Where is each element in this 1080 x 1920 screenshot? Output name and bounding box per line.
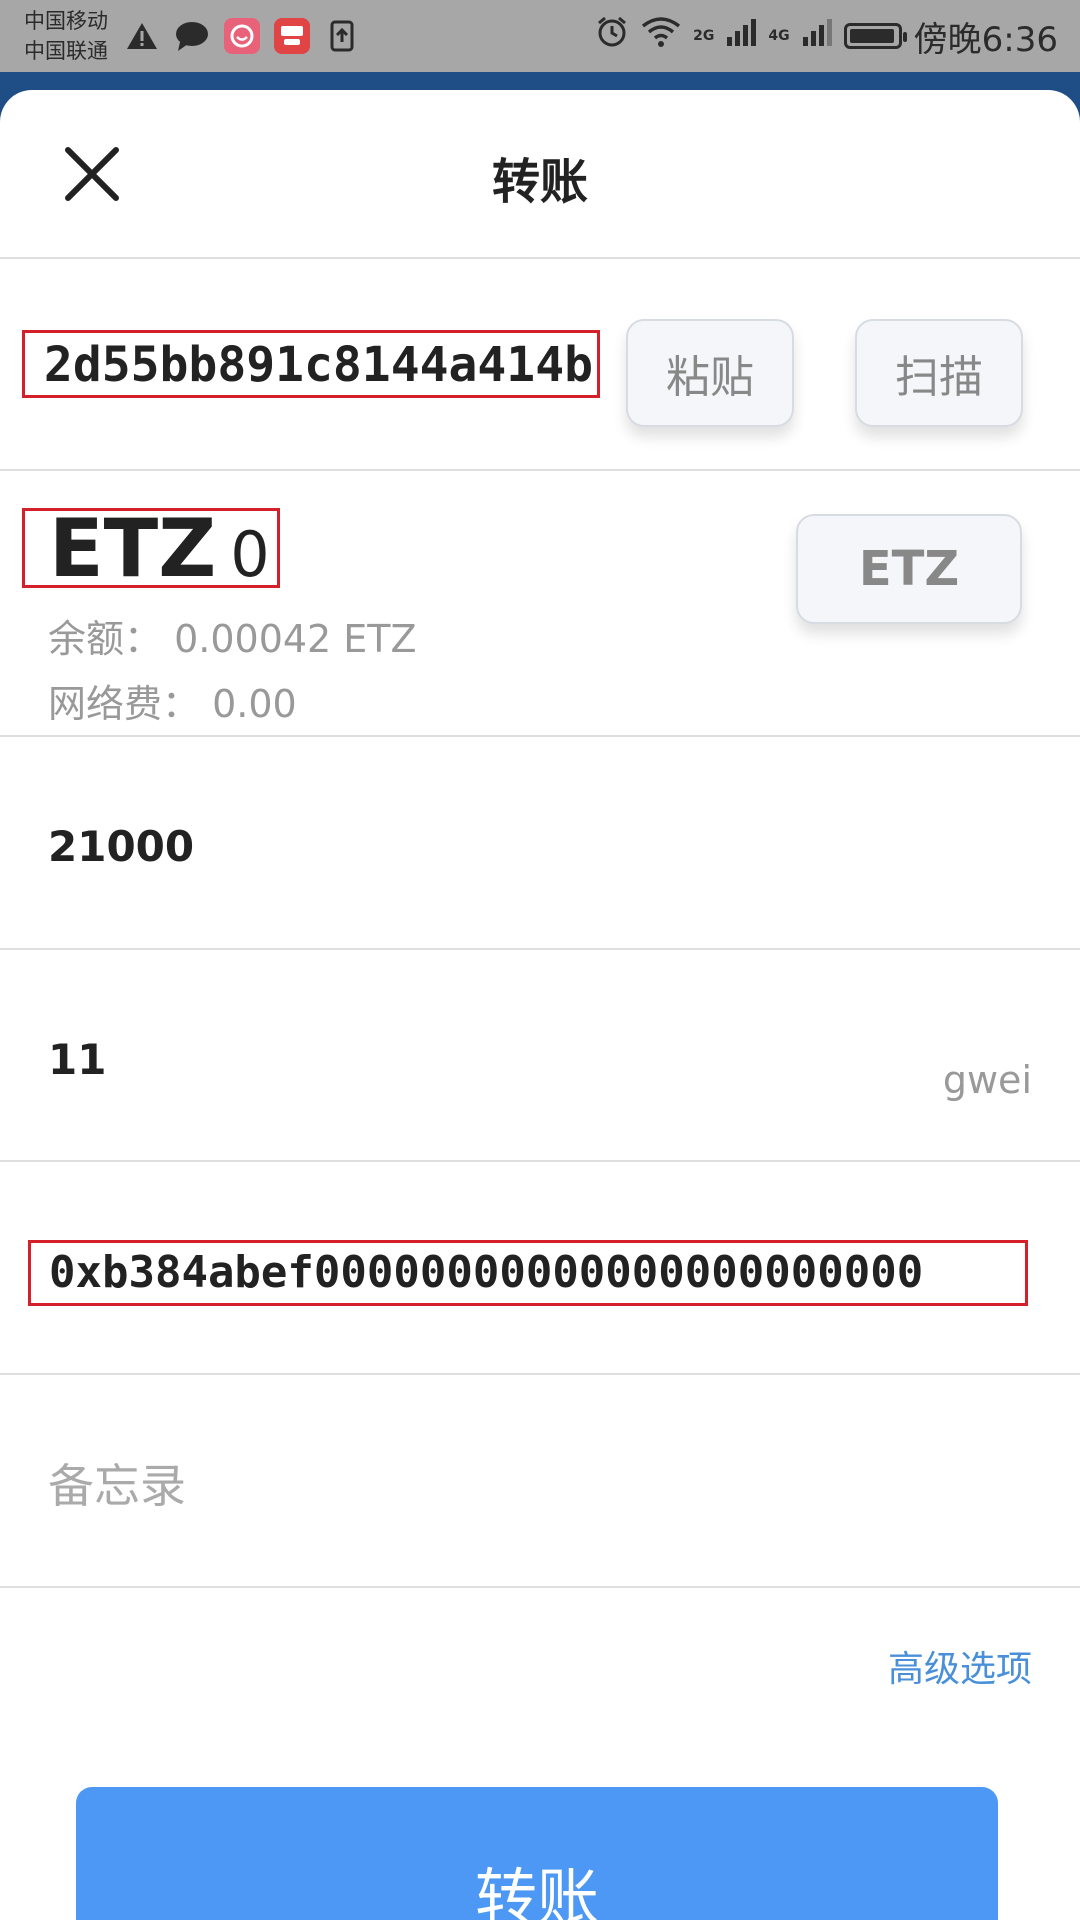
carrier-labels: 中国移动 中国联通 xyxy=(24,6,108,66)
gas-price-unit: gwei xyxy=(942,1058,1032,1102)
upload-icon xyxy=(324,18,360,54)
memo-input[interactable]: 备忘录 xyxy=(48,1450,186,1516)
battery-fill xyxy=(849,29,894,43)
transfer-submit-button[interactable]: 转账 xyxy=(76,1787,998,1920)
amount-input[interactable]: ETZ 0 xyxy=(22,507,280,591)
carrier-1: 中国移动 xyxy=(24,9,108,33)
data-input-value: 0xb384abef00000000000000000000000 xyxy=(49,1247,924,1298)
amount-coin: ETZ xyxy=(49,502,217,595)
recipient-address-value: 2d55bb891c8144a414b xyxy=(43,337,593,393)
dingdang-icon xyxy=(274,18,310,54)
page-title: 转账 xyxy=(491,154,588,210)
clock: 傍晚6:36 xyxy=(913,19,1058,60)
divider xyxy=(0,469,1080,471)
gas-price-input[interactable]: 11 xyxy=(48,1035,106,1084)
signal-icon xyxy=(726,16,757,56)
status-right: 2G 4G 傍晚6:36 xyxy=(595,14,1058,60)
paste-button[interactable]: 粘贴 xyxy=(626,319,794,427)
divider xyxy=(0,735,1080,737)
coin-select-button[interactable]: ETZ xyxy=(796,514,1022,624)
advanced-options-link[interactable]: 高级选项 xyxy=(888,1640,1032,1692)
wifi-icon xyxy=(641,16,681,57)
alarm-icon xyxy=(595,15,629,58)
net-type-2: 4G xyxy=(768,28,790,44)
balance-text: 余额： 0.00042 ETZ xyxy=(48,617,417,661)
divider xyxy=(0,257,1080,259)
carrier-2: 中国联通 xyxy=(24,39,108,63)
recipient-address-input[interactable]: 2d55bb891c8144a414b xyxy=(22,330,600,398)
battery-icon xyxy=(843,23,907,49)
warning-icon xyxy=(124,18,160,54)
status-bar: 中国移动 中国联通 2G 4G 傍晚6:36 xyxy=(0,0,1080,72)
divider xyxy=(0,1160,1080,1162)
chat-icon xyxy=(174,18,210,54)
app-pink-icon xyxy=(224,18,260,54)
divider xyxy=(0,948,1080,950)
scan-button[interactable]: 扫描 xyxy=(855,319,1023,427)
transfer-sheet: 转账 2d55bb891c8144a414b 粘贴 扫描 ETZ 0 ETZ 余… xyxy=(0,90,1080,1920)
network-fee-text: 网络费： 0.00 xyxy=(48,682,297,726)
divider xyxy=(0,1373,1080,1375)
amount-value: 0 xyxy=(230,518,270,591)
divider xyxy=(0,1586,1080,1588)
signal-icon-2 xyxy=(802,16,832,56)
data-input[interactable]: 0xb384abef00000000000000000000000 xyxy=(28,1240,1028,1306)
sheet-header: 转账 xyxy=(0,90,1080,258)
net-type-1: 2G xyxy=(693,28,715,44)
notification-icons xyxy=(124,16,360,56)
gas-limit-input[interactable]: 21000 xyxy=(48,822,194,871)
amount-display: ETZ 0 xyxy=(49,507,270,597)
